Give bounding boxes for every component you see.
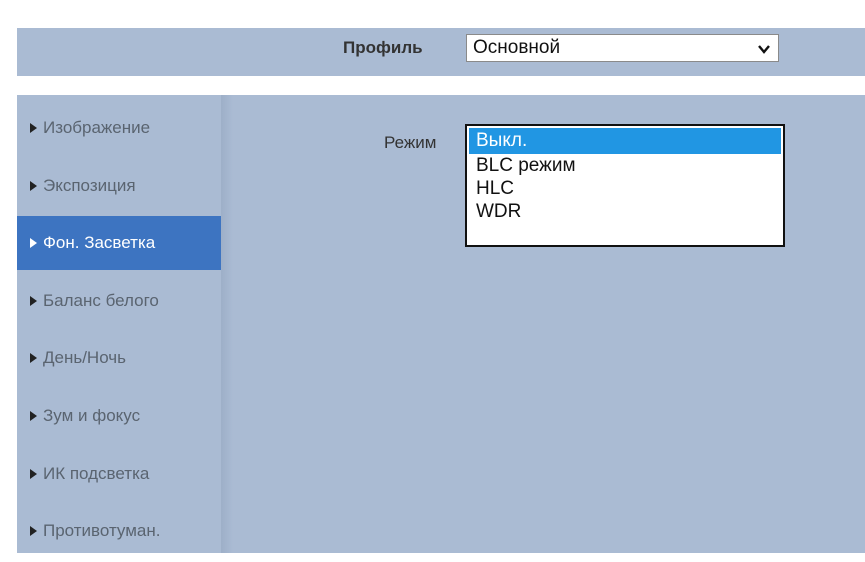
mode-option-off[interactable]: Выкл. — [469, 128, 781, 154]
triangle-right-icon — [30, 180, 37, 191]
mode-dropdown-list[interactable]: Выкл. BLC режим HLC WDR — [465, 124, 785, 247]
sidebar-item-backlight[interactable]: Фон. Засветка — [17, 216, 221, 271]
sidebar-item-label: Зум и фокус — [43, 405, 141, 425]
mode-option-wdr[interactable]: WDR — [467, 200, 783, 223]
profile-label: Профиль — [343, 38, 423, 57]
sidebar-item-label: День/Ночь — [43, 348, 127, 368]
profile-select-value: Основной — [473, 37, 561, 58]
sidebar-item-label: Фон. Засветка — [43, 233, 156, 253]
triangle-right-icon — [30, 238, 37, 249]
sidebar-item-exposure[interactable]: Экспозиция — [17, 159, 221, 213]
sidebar-divider — [221, 95, 233, 553]
triangle-right-icon — [30, 468, 37, 479]
sidebar-item-label: ИК подсветка — [43, 463, 150, 483]
triangle-right-icon — [30, 526, 37, 537]
triangle-right-icon — [30, 295, 37, 306]
triangle-right-icon — [30, 353, 37, 364]
sidebar-item-ir-light[interactable]: ИК подсветка — [17, 447, 221, 501]
chevron-down-icon — [758, 45, 770, 54]
mode-option-hlc[interactable]: HLC — [467, 177, 783, 200]
mode-label: Режим — [384, 133, 437, 152]
sidebar-item-image[interactable]: Изображение — [17, 101, 221, 155]
mode-option-blc[interactable]: BLC режим — [467, 154, 783, 177]
sidebar-menu: Изображение Экспозиция Фон. Засветка Бал… — [17, 101, 221, 562]
sidebar-item-white-balance[interactable]: Баланс белого — [17, 274, 221, 328]
triangle-right-icon — [30, 123, 37, 133]
sidebar-item-zoom-focus[interactable]: Зум и фокус — [17, 389, 221, 443]
sidebar-item-day-night[interactable]: День/Ночь — [17, 331, 221, 385]
sidebar-item-label: Экспозиция — [43, 175, 136, 195]
sidebar-item-label: Баланс белого — [43, 290, 159, 310]
sidebar-item-label: Изображение — [43, 118, 151, 137]
sidebar-item-label: Противотуман. — [43, 521, 161, 541]
profile-select[interactable]: Основной — [466, 34, 779, 62]
sidebar-item-defog[interactable]: Противотуман. — [17, 504, 221, 558]
triangle-right-icon — [30, 410, 37, 421]
